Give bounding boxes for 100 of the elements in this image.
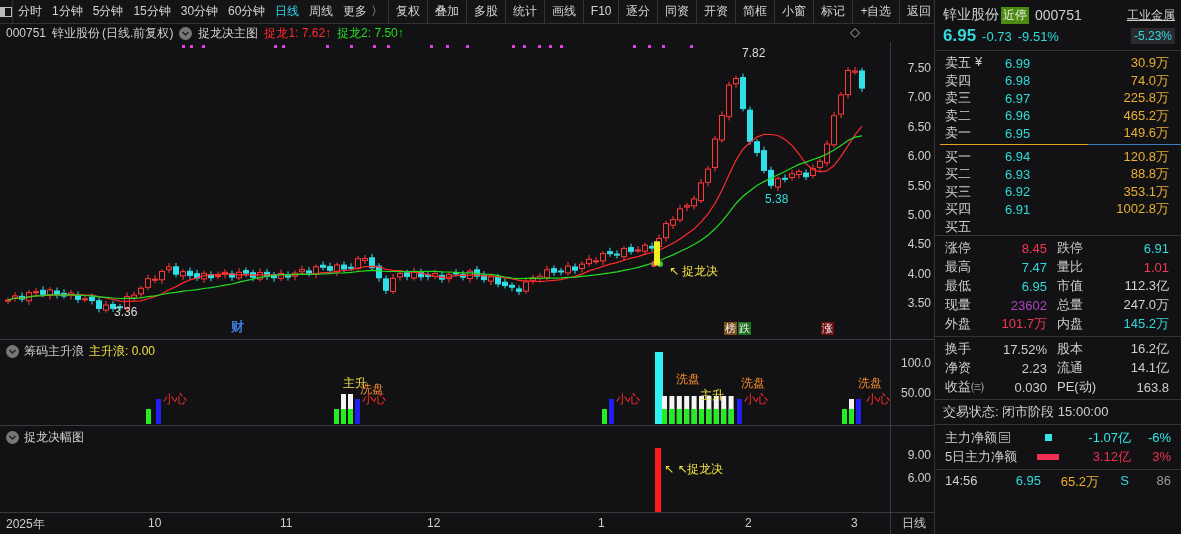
sector-link[interactable]: 工业金属 bbox=[1127, 6, 1175, 24]
axis-tick-label: 6.00 bbox=[907, 471, 931, 485]
order-level: 卖二 bbox=[945, 106, 971, 125]
toolbar-button[interactable]: 返回 bbox=[898, 0, 938, 23]
trading-status: 交易状态: 闭市阶段 15:00:00 bbox=[943, 404, 1109, 419]
indicator-name: 捉龙决主图 bbox=[198, 24, 259, 42]
order-volume: 30.9万 bbox=[1129, 54, 1169, 72]
currency-mark: ¥ bbox=[975, 54, 983, 71]
date-axis-label: 10 bbox=[148, 516, 162, 530]
stat-label: 内盘 bbox=[1057, 315, 1083, 333]
toolbar-button[interactable]: 叠加 bbox=[426, 0, 466, 23]
axis-tick-label: 9.00 bbox=[907, 448, 931, 462]
toolbar-button[interactable]: 多股 bbox=[465, 0, 505, 23]
axis-tick-label: 5.50 bbox=[907, 178, 931, 193]
signal-label: 洗盘 bbox=[741, 376, 765, 390]
order-volume: 149.6万 bbox=[1122, 124, 1169, 142]
stat-label: PE(动) bbox=[1057, 378, 1096, 396]
stat-value: 6.95 bbox=[1021, 278, 1047, 294]
order-volume: 225.8万 bbox=[1122, 89, 1169, 107]
toolbar-button[interactable]: 开资 bbox=[696, 0, 736, 23]
signal-label: 洗盘 bbox=[858, 376, 882, 390]
toolbar-button[interactable]: 小窗 bbox=[774, 0, 814, 23]
toolbar-button[interactable]: 画线 bbox=[543, 0, 583, 23]
sector-change: -5.23% bbox=[1130, 28, 1175, 44]
toolbar-button[interactable]: 标记 bbox=[813, 0, 853, 23]
signal-label: 小心 bbox=[744, 392, 768, 406]
event-marker[interactable]: 涨 bbox=[821, 322, 834, 335]
order-price: 6.97 bbox=[1005, 90, 1032, 106]
stat-label: 股本 bbox=[1057, 340, 1083, 358]
stock-code: 000751 bbox=[1035, 7, 1082, 23]
flow-amount: -1.07亿 bbox=[1087, 428, 1131, 447]
stat-label: 跌停 bbox=[1057, 239, 1083, 257]
signal-label: 小心 bbox=[163, 392, 187, 406]
signal-label: 小心 bbox=[616, 392, 640, 406]
order-level: 卖五 bbox=[945, 54, 971, 72]
period-tab[interactable]: 1分钟 bbox=[47, 0, 88, 23]
tick-price: 6.95 bbox=[1014, 473, 1041, 490]
order-price: 6.93 bbox=[1005, 166, 1032, 182]
legend-value: 捉龙2: 7.50↑ bbox=[337, 24, 404, 42]
date-axis-label: 2025年 bbox=[6, 516, 45, 533]
toolbar-button[interactable]: +自选 bbox=[852, 0, 899, 23]
period-tab[interactable]: 60分钟 bbox=[223, 0, 271, 23]
toolbar-button[interactable]: 统计 bbox=[504, 0, 544, 23]
stat-value: 247.0万 bbox=[1123, 296, 1169, 314]
order-price: 6.96 bbox=[1005, 108, 1032, 123]
stat-label: 最低 bbox=[945, 277, 971, 295]
toolbar-button[interactable]: F10 bbox=[582, 0, 619, 23]
order-volume: 1002.8万 bbox=[1115, 200, 1169, 218]
period-tab[interactable]: 日线 bbox=[270, 0, 305, 23]
stat-label: 最高 bbox=[945, 258, 971, 276]
stat-value: 6.91 bbox=[1143, 240, 1169, 256]
price-change: -0.73 bbox=[982, 28, 1012, 44]
stat-label: 市值 bbox=[1057, 277, 1083, 295]
tick-side: S bbox=[1119, 473, 1129, 490]
event-marker[interactable]: 跌 bbox=[738, 322, 751, 335]
stock-code: 000751 bbox=[6, 26, 47, 40]
chart-mode: (日线.前复权) bbox=[102, 24, 174, 42]
date-axis-label: 12 bbox=[427, 516, 441, 530]
date-axis-label: 2 bbox=[745, 516, 752, 530]
order-level: 买三 bbox=[945, 182, 972, 201]
order-level: 卖三 bbox=[945, 89, 971, 107]
stat-label: 换手 bbox=[945, 340, 971, 358]
order-price: 6.91 bbox=[1005, 201, 1032, 217]
toolbar-button[interactable]: 简框 bbox=[735, 0, 775, 23]
period-tab[interactable]: 30分钟 bbox=[175, 0, 224, 23]
stat-label: 收益㈢ bbox=[945, 378, 984, 396]
stat-label: 外盘 bbox=[945, 315, 971, 333]
order-level: 买五 bbox=[945, 217, 972, 236]
stock-name: 锌业股份 bbox=[943, 6, 999, 24]
order-volume: 465.2万 bbox=[1122, 106, 1169, 125]
indicator-name: 筹码主升浪 bbox=[24, 343, 84, 360]
period-tab[interactable]: 分时 bbox=[13, 0, 47, 23]
event-marker[interactable]: 财 bbox=[231, 320, 244, 334]
stat-value: 17.52% bbox=[1002, 341, 1047, 357]
signal-label: 小心 bbox=[866, 392, 890, 406]
event-marker[interactable]: 榜 bbox=[724, 322, 737, 335]
price-annotation: 3.36 bbox=[114, 305, 138, 319]
axis-tick-label: 50.00 bbox=[900, 386, 931, 400]
period-tab[interactable]: 更多 〉 bbox=[338, 0, 388, 23]
percent-change: -9.51% bbox=[1017, 28, 1059, 44]
order-level: 买四 bbox=[945, 200, 972, 218]
period-tab[interactable]: 15分钟 bbox=[128, 0, 176, 23]
stat-value: 145.2万 bbox=[1123, 315, 1169, 333]
period-tab[interactable]: 周线 bbox=[304, 0, 339, 23]
period-tab[interactable]: 5分钟 bbox=[87, 0, 129, 23]
signal-label: 洗盘 bbox=[676, 372, 700, 386]
limit-badge: 近停 bbox=[1001, 6, 1029, 24]
last-price: 6.95 bbox=[943, 26, 977, 46]
toolbar-button[interactable]: 同资 bbox=[657, 0, 697, 23]
stock-name: 锌业股份 bbox=[52, 24, 101, 42]
stat-label: 总量 bbox=[1057, 296, 1083, 314]
period-label: 日线 bbox=[902, 516, 926, 530]
order-level: 卖四 bbox=[945, 71, 971, 90]
axis-tick-label: 3.50 bbox=[907, 296, 931, 310]
order-level: 买二 bbox=[945, 165, 972, 183]
legend-value: 捉龙1: 7.62↑ bbox=[264, 24, 332, 42]
order-volume: 74.0万 bbox=[1129, 71, 1169, 90]
toolbar-button[interactable]: 复权 bbox=[387, 0, 427, 23]
toolbar-button[interactable]: 逐分 bbox=[618, 0, 658, 23]
stat-value: 7.47 bbox=[1021, 259, 1047, 275]
